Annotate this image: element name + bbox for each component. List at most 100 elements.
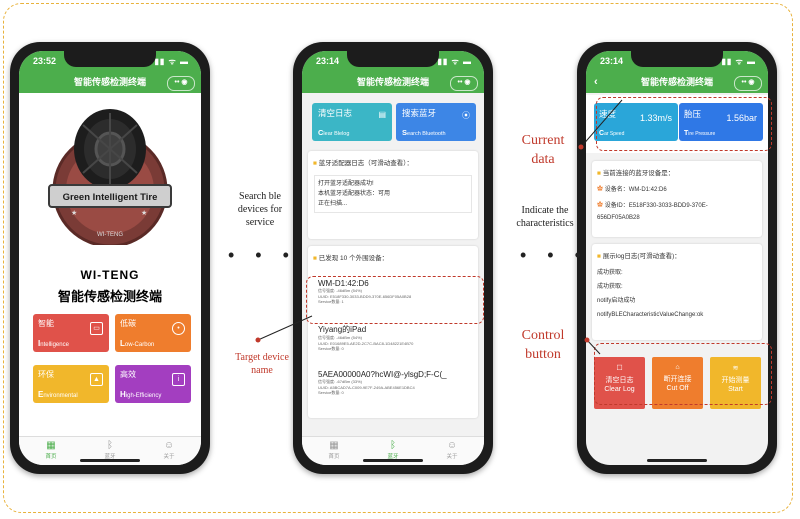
feature-environmental[interactable]: 环保 Environmental ▲: [33, 365, 109, 403]
image-icon: ▲: [90, 373, 103, 386]
log-scroll-area[interactable]: 成功获取: 成功获取: notify启动成功 notifyBLECharacte…: [597, 266, 757, 322]
conn-title: 当前连接的蓝牙设备是：: [602, 170, 675, 177]
feature-intelligence[interactable]: 智能 Intelligence ▭: [33, 314, 109, 352]
svg-text:★: ★: [141, 209, 147, 217]
home-indicator: [363, 459, 423, 462]
device-id-cont: 656DF05A0B28: [597, 215, 640, 221]
home-screen: 23:52 ▮▮ ᯤ ▬ 智能传感检测终端 •• ◉ ★ ★ Green Int…: [19, 51, 201, 465]
app-title: 智能传感检测终端: [356, 77, 429, 87]
bullet-icon: ■: [313, 255, 317, 262]
device-service-count: Service数量: 0: [318, 346, 344, 351]
log-line: 打开蓝牙适配器成功!: [318, 181, 374, 187]
gear-icon: ✿: [597, 203, 604, 209]
annotation-line: Target device: [235, 352, 289, 363]
button-en: Search Bluetooth: [402, 128, 446, 137]
nav-bar: ‹ 智能传感检测终端 •• ◉: [586, 73, 768, 93]
log-title: 蓝牙适配器日志（可滑动查看）：: [318, 160, 413, 167]
search-bluetooth-button[interactable]: 搜索蓝牙 Search Bluetooth ⦿: [396, 103, 476, 141]
capsule-menu-button[interactable]: •• ◉: [734, 76, 762, 91]
app-title: 智能传感检测终端: [73, 77, 146, 87]
feature-en-rest: ntelligence: [40, 342, 69, 348]
back-arrow-icon[interactable]: ‹: [594, 73, 598, 91]
capsule-menu-button[interactable]: •• ◉: [450, 76, 478, 91]
notch: [631, 51, 723, 67]
grid-icon: ▦: [46, 440, 56, 451]
capsule-menu-button[interactable]: •• ◉: [167, 76, 195, 91]
target-device-highlight: [306, 276, 484, 324]
bullet-icon: ■: [597, 170, 601, 177]
info-icon: i: [172, 373, 185, 386]
tire-logo: ★ ★ Green Intelligent Tire WI-TENG: [48, 109, 172, 245]
button-cn: 清空日志: [318, 108, 353, 118]
feature-high-efficiency[interactable]: 高效 High-Efficiency i: [115, 365, 191, 403]
log-panel: ■ 展示log日志(可滑动查看)： 成功获取: 成功获取: notify启动成功…: [592, 244, 762, 340]
annotation-control-button: Control button: [512, 326, 574, 364]
nav-bar: 智能传感检测终端 •• ◉: [19, 73, 201, 93]
notch: [64, 51, 156, 67]
bullet-icon: ■: [313, 160, 317, 167]
signal-icons: ▮▮ ᯤ ▬: [437, 57, 472, 66]
clear-blelog-button[interactable]: 清空日志 Clear Blelog ▤: [312, 103, 392, 141]
annotation-search: Search ble devices for service: [230, 190, 290, 229]
tab-bluetooth[interactable]: ᛒ 蓝牙: [373, 440, 413, 460]
logo-bottom-text: WI-TENG: [97, 232, 123, 238]
feature-low-carbon[interactable]: 低碳 Low-Carbon •: [115, 314, 191, 352]
button-en-rest: lear Blelog: [323, 131, 350, 137]
brand-chinese: 智能传感检测终端: [57, 289, 162, 304]
device-id: 设备ID：E518F330-3033-BDD9-370E-: [604, 203, 708, 209]
feature-en: Low-Carbon: [120, 339, 154, 348]
annotation-line: Search ble: [239, 191, 281, 202]
status-time: 23:14: [316, 56, 340, 66]
dots-1: • • •: [228, 245, 297, 265]
tab-label: 首页: [45, 454, 57, 460]
annotation-characteristics: Indicate the characteristics: [508, 204, 582, 230]
status-time: 23:52: [33, 56, 57, 66]
device-name: Yiyang的iPad: [318, 325, 367, 334]
device-name: 设备名：WM-D1:42:D6: [604, 187, 667, 193]
log-title: 展示log日志(可滑动查看)：: [602, 253, 681, 260]
tab-home[interactable]: ▦ 首页: [314, 440, 354, 460]
feature-en: Intelligence: [38, 339, 69, 348]
palette-icon: •: [172, 322, 185, 335]
app-title: 智能传感检测终端: [640, 77, 713, 87]
device-name: 5AEA00000A0?hcWI@-ylsgD;F-C(_: [318, 370, 447, 379]
adapter-log-panel: ■ 蓝牙适配器日志（可滑动查看）： 打开蓝牙适配器成功! 本机蓝牙适配器状态：可…: [308, 151, 478, 239]
device-item[interactable]: Yiyang的iPad 信号强度: -46dBm (54%) UUID: E01…: [314, 321, 472, 355]
bluetooth-icon: ᛒ: [107, 440, 113, 451]
annotation-line: name: [251, 365, 273, 376]
button-cn: 搜索蓝牙: [402, 108, 437, 118]
bluetooth-icon: ⦿: [462, 111, 470, 120]
bluetooth-screen: 23:14 ▮▮ ᯤ ▬ 智能传感检测终端 •• ◉ 清空日志 Clear Bl…: [302, 51, 484, 465]
tab-bar: ▦ 首页 ᛒ 蓝牙 ☺ 关于: [19, 436, 201, 465]
tab-about[interactable]: ☺ 关于: [149, 440, 189, 460]
annotation-line: Control: [521, 328, 565, 343]
person-icon: ☺: [446, 440, 458, 451]
current-data-highlight: [596, 97, 772, 151]
tab-about[interactable]: ☺ 关于: [432, 440, 472, 460]
feature-en-rest: nvironmental: [43, 393, 78, 399]
document-icon: ▤: [378, 110, 386, 119]
annotation-current-data: Current data: [512, 131, 574, 169]
tab-label: 关于: [163, 454, 175, 460]
device-service-count: Service数量: 0: [318, 390, 344, 395]
device-item[interactable]: 5AEA00000A0?hcWI@-ylsgD;F-C(_ 信号强度: -67d…: [314, 367, 472, 399]
log-scroll-area[interactable]: 打开蓝牙适配器成功! 本机蓝牙适配器状态：可用 正在扫描...: [314, 175, 472, 213]
signal-icons: ▮▮ ᯤ ▬: [154, 57, 189, 66]
feature-en-rest: ow-Carbon: [124, 342, 155, 348]
notch: [347, 51, 439, 67]
annotation-line: devices for: [237, 204, 283, 215]
gear-icon: ✿: [597, 187, 604, 193]
nav-bar: 智能传感检测终端 •• ◉: [302, 73, 484, 93]
tab-label: 关于: [446, 454, 458, 460]
tab-bar: ▦ 首页 ᛒ 蓝牙 ☺ 关于: [302, 436, 484, 465]
tab-bluetooth[interactable]: ᛒ 蓝牙: [90, 440, 130, 460]
log-line: 本机蓝牙适配器状态：可用: [318, 191, 391, 197]
annotation-line: characteristics: [516, 218, 574, 229]
tab-home[interactable]: ▦ 首页: [31, 440, 71, 460]
annotation-line: Indicate the: [521, 205, 569, 216]
feature-en-rest: igh-Efficiency: [125, 393, 162, 399]
devices-panel: ■ 已发现 10 个外围设备： WM-D1:42:D6 信号强度: -46dBm…: [308, 246, 478, 418]
phone-bluetooth: 23:14 ▮▮ ᯤ ▬ 智能传感检测终端 •• ◉ 清空日志 Clear Bl…: [293, 42, 493, 474]
svg-text:★: ★: [71, 209, 77, 217]
annotation-line: Current: [521, 133, 565, 148]
